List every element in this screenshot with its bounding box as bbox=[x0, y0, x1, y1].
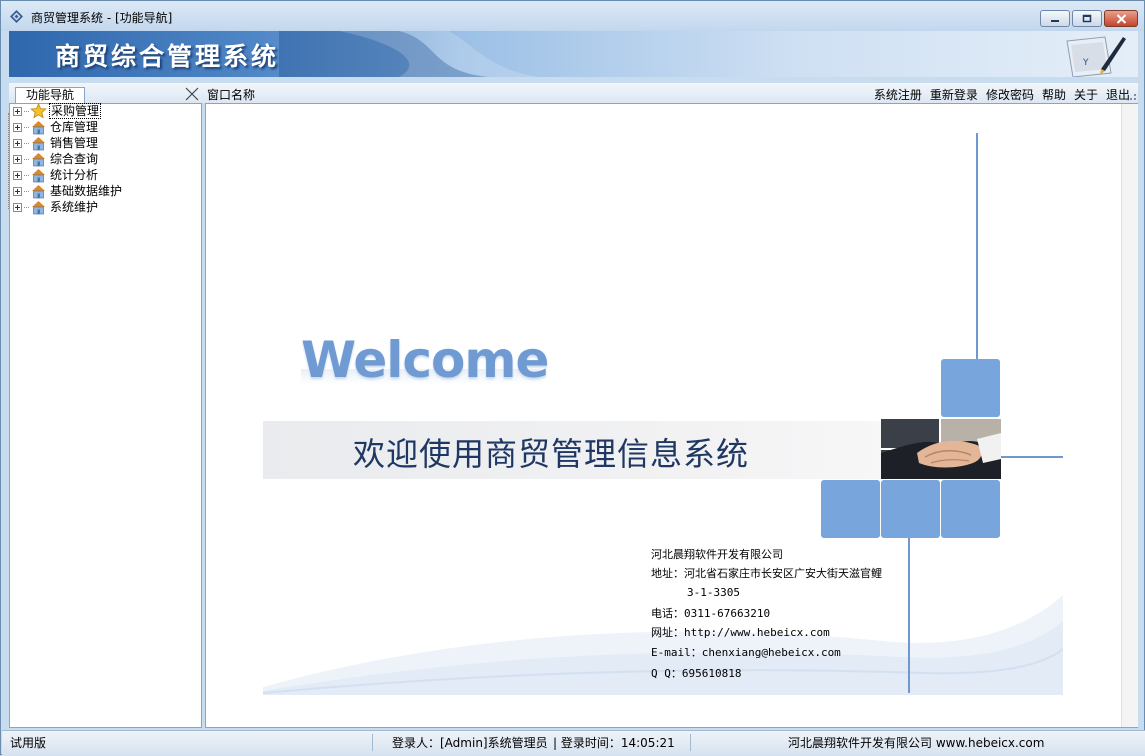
tree-item-label: 仓库管理 bbox=[50, 120, 99, 134]
deco-square bbox=[941, 359, 1000, 417]
status-separator bbox=[372, 734, 373, 751]
resize-grip-icon bbox=[1130, 94, 1136, 100]
company-name: 河北晨翔软件开发有限公司 bbox=[651, 548, 783, 561]
top-menu: 系统注册 重新登录 修改密码 帮助 关于 退出 bbox=[874, 86, 1130, 103]
company-address: 地址：河北省石家庄市长安区广安大街天滋官鲤 bbox=[651, 567, 882, 580]
deco-vertical-line bbox=[908, 537, 910, 693]
deco-square bbox=[881, 480, 940, 538]
menu-help[interactable]: 帮助 bbox=[1042, 86, 1066, 103]
status-login-time: | 登录时间：14:05:21 bbox=[553, 736, 675, 750]
tree-item-label: 综合查询 bbox=[50, 152, 99, 166]
tree-item-statistics[interactable]: 统计分析 bbox=[13, 167, 99, 183]
tree-item-label: 统计分析 bbox=[50, 168, 99, 182]
window-name-label: 窗口名称 bbox=[207, 88, 256, 102]
expand-icon[interactable] bbox=[13, 122, 22, 132]
tree-item-system[interactable]: 系统维护 bbox=[13, 199, 99, 215]
deco-square bbox=[821, 480, 880, 538]
tree-item-warehouse[interactable]: 仓库管理 bbox=[13, 119, 99, 135]
status-company-site: 河北晨翔软件开发有限公司 www.hebeicx.com bbox=[788, 736, 1045, 750]
company-email: E-mail：chenxiang@hebeicx.com bbox=[651, 646, 841, 659]
menu-exit[interactable]: 退出 bbox=[1106, 86, 1130, 103]
menu-relogin[interactable]: 重新登录 bbox=[930, 86, 978, 103]
menu-register[interactable]: 系统注册 bbox=[874, 86, 922, 103]
pen-logo-icon: Y bbox=[1066, 36, 1126, 77]
status-login-user: 登录人：[Admin]系统管理员 bbox=[392, 736, 548, 750]
tree-item-query[interactable]: 综合查询 bbox=[13, 151, 99, 167]
minimize-button[interactable] bbox=[1040, 10, 1070, 27]
company-website: 网址：http://www.hebeicx.com bbox=[651, 626, 830, 639]
home-icon bbox=[32, 185, 45, 199]
minimize-icon bbox=[1051, 19, 1059, 22]
title-bar[interactable]: 商贸管理系统 - [功能导航] bbox=[1, 1, 1144, 31]
home-icon bbox=[32, 169, 45, 183]
expand-icon[interactable] bbox=[13, 106, 22, 116]
tree-item-base-data[interactable]: 基础数据维护 bbox=[13, 183, 123, 199]
banner-swoosh bbox=[279, 31, 539, 77]
home-icon bbox=[32, 201, 45, 215]
app-banner: 商贸综合管理系统 Y bbox=[9, 31, 1138, 77]
window-title: 商贸管理系统 - [功能导航] bbox=[31, 11, 173, 25]
tree-item-label: 基础数据维护 bbox=[50, 184, 123, 198]
tree-item-label: 采购管理 bbox=[49, 103, 102, 119]
tree-item-sales[interactable]: 销售管理 bbox=[13, 135, 99, 151]
deco-horizontal-line bbox=[999, 456, 1063, 458]
app-icon bbox=[10, 10, 23, 23]
app-window: 商贸管理系统 - [功能导航] 商贸综合管理系统 Y 功能导航 窗口名称 系统注… bbox=[0, 0, 1145, 756]
tree-item-label: 销售管理 bbox=[50, 136, 99, 150]
menu-about[interactable]: 关于 bbox=[1074, 86, 1098, 103]
maximize-icon bbox=[1082, 14, 1092, 23]
home-icon bbox=[32, 137, 45, 151]
close-icon bbox=[1116, 13, 1126, 24]
expand-icon[interactable] bbox=[13, 170, 22, 180]
expand-icon[interactable] bbox=[13, 186, 22, 196]
tab-function-navigation[interactable]: 功能导航 bbox=[15, 87, 85, 103]
company-address-line2: 3-1-3305 bbox=[687, 586, 740, 599]
menu-change-password[interactable]: 修改密码 bbox=[986, 86, 1034, 103]
close-button[interactable] bbox=[1104, 10, 1138, 27]
star-icon bbox=[30, 103, 47, 119]
expand-icon[interactable] bbox=[13, 154, 22, 164]
home-icon bbox=[32, 121, 45, 135]
banner-title: 商贸综合管理系统 bbox=[55, 42, 280, 71]
expand-icon[interactable] bbox=[13, 138, 22, 148]
status-edition: 试用版 bbox=[10, 736, 47, 750]
panel-close-icon[interactable] bbox=[185, 87, 199, 101]
deco-vertical-line bbox=[976, 133, 978, 363]
tree-item-label: 系统维护 bbox=[50, 200, 99, 214]
handshake-image bbox=[881, 419, 1001, 479]
svg-text:Y: Y bbox=[1082, 58, 1089, 68]
tree-connector-line bbox=[8, 113, 9, 209]
company-qq: Q Q：695610818 bbox=[651, 667, 742, 680]
tree-item-purchase[interactable]: 采购管理 bbox=[13, 103, 102, 119]
maximize-button[interactable] bbox=[1072, 10, 1102, 27]
home-icon bbox=[32, 153, 45, 167]
deco-square bbox=[941, 480, 1000, 538]
status-bar: 试用版 登录人：[Admin]系统管理员 | 登录时间：14:05:21 河北晨… bbox=[2, 730, 1145, 756]
vertical-scrollbar[interactable] bbox=[1121, 104, 1138, 727]
welcome-title: Welcome bbox=[301, 331, 549, 389]
welcome-subtitle: 欢迎使用商贸管理信息系统 bbox=[353, 435, 750, 473]
company-phone: 电话：0311-67663210 bbox=[651, 607, 771, 620]
status-separator bbox=[690, 734, 691, 751]
expand-icon[interactable] bbox=[13, 202, 22, 212]
